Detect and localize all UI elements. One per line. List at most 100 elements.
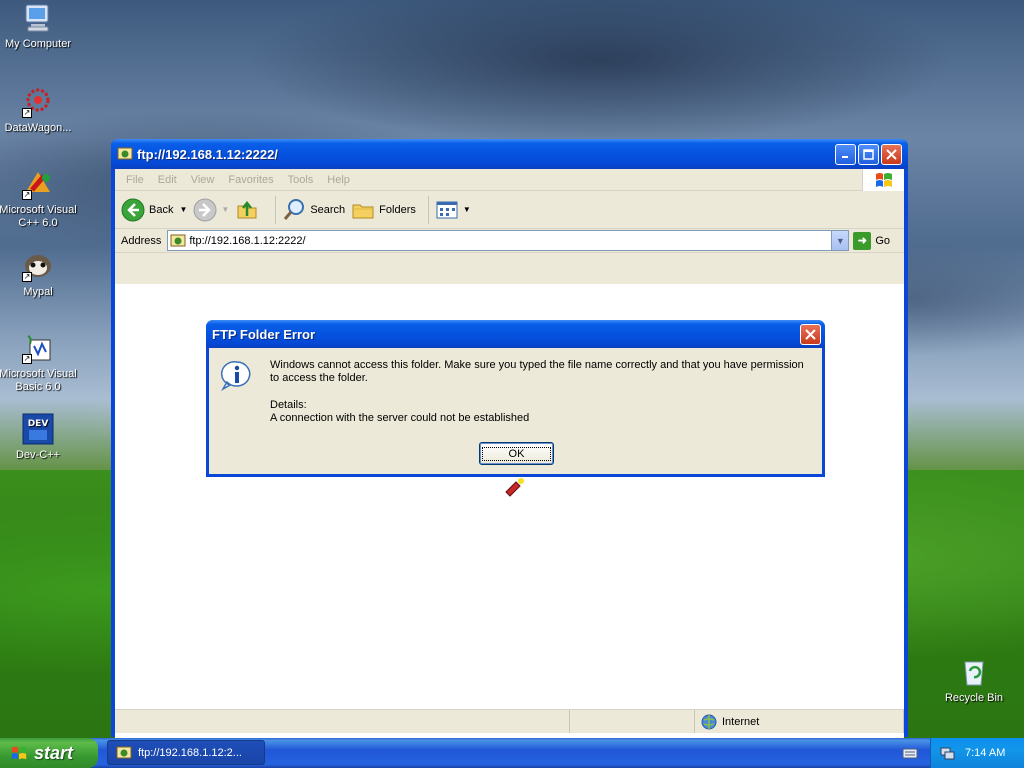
network-icon[interactable] [939,745,955,761]
shortcut-arrow-icon: ↗ [22,190,32,200]
close-icon [886,148,897,160]
start-label: start [34,742,74,763]
search-button[interactable]: Search [282,198,345,222]
desktop-icon-label: Recycle Bin [944,692,1004,704]
minimize-icon [841,156,848,158]
datawagon-icon: ↗ [22,86,54,118]
system-tray: 7:14 AM [930,738,1024,768]
window-title: ftp://192.168.1.12:2222/ [137,146,278,162]
go-arrow-icon: ➜ [853,231,872,250]
ok-label: OK [481,446,552,461]
desktop-icon-visual-cpp[interactable]: ↗ Microsoft Visual C++ 6.0 [0,168,80,230]
go-button[interactable]: ➜ Go [853,231,890,250]
dialog-titlebar[interactable]: FTP Folder Error [206,320,825,348]
search-label: Search [310,203,346,216]
desktop-icon-my-computer[interactable]: My Computer [0,2,80,51]
address-value: ftp://192.168.1.12:2222/ [189,234,306,247]
windows-flag-icon [10,744,28,762]
desktop-icon-label: Dev-C++ [15,449,61,461]
menu-tools[interactable]: Tools [281,174,321,186]
shortcut-arrow-icon: ↗ [22,272,32,282]
forward-dropdown-icon[interactable]: ▼ [221,205,229,214]
window-titlebar[interactable]: ftp://192.168.1.12:2222/ [111,139,908,169]
computer-icon [22,2,54,34]
desktop-icon-label: My Computer [4,38,72,50]
dialog-body: Windows cannot access this folder. Make … [209,348,822,474]
desktop-icon-recycle-bin[interactable]: Recycle Bin [932,656,1016,705]
mypal-icon: ↗ [22,250,54,282]
up-folder-icon [235,198,259,222]
desktop-icon-label: Microsoft Visual C++ 6.0 [0,204,77,229]
go-label: Go [875,234,890,247]
dialog-close-button[interactable] [800,323,821,345]
address-input[interactable]: ftp://192.168.1.12:2222/ ▼ [167,230,850,251]
ftp-folder-icon [116,745,132,761]
status-cell-main [115,710,570,733]
close-button[interactable] [881,143,902,165]
taskbar-item-label: ftp://192.168.1.12:2... [138,746,242,759]
details-text: A connection with the server could not b… [270,412,530,424]
desktop-icon-label: DataWagon... [4,122,72,134]
back-label: Back [149,203,174,216]
up-folder-button[interactable] [235,198,263,222]
folder-icon [351,198,375,222]
menu-favorites[interactable]: Favorites [221,174,280,186]
shortcut-arrow-icon: ↗ [22,354,32,364]
visual-cpp-icon: ↗ [22,168,54,200]
menu-bar: File Edit View Favorites Tools Help [115,169,904,191]
shortcut-arrow-icon: ↗ [22,108,32,118]
forward-arrow-icon [193,198,217,222]
forward-button[interactable]: ▼ [193,198,229,222]
start-button[interactable]: start [0,738,98,768]
taskbar-item-explorer[interactable]: ftp://192.168.1.12:2... [107,740,265,765]
toolbar-separator [275,195,277,224]
status-zone-label: Internet [722,715,760,728]
desktop-icon-label: Microsoft Visual Basic 6.0 [0,368,77,393]
menu-file[interactable]: File [119,174,151,186]
desktop-icon-label: Mypal [23,286,53,298]
views-dropdown-icon: ▼ [462,205,471,214]
internet-globe-icon [701,714,717,729]
windows-logo-icon [862,169,904,191]
menu-edit[interactable]: Edit [151,174,184,186]
address-label: Address [121,234,162,247]
clock[interactable]: 7:14 AM [965,747,1005,759]
back-dropdown-icon[interactable]: ▼ [179,205,187,214]
status-cell-secondary [570,710,695,733]
keyboard-icon[interactable] [902,745,918,761]
close-icon [805,328,816,340]
views-icon [435,198,459,222]
desktop-icon-datawagon[interactable]: ↗ DataWagon... [0,86,80,135]
details-label: Details: [270,399,307,411]
dialog-message: Windows cannot access this folder. Make … [270,359,804,384]
ftp-folder-icon [170,234,186,246]
dev-cpp-icon: DEV [22,413,54,445]
desktop-icon-dev-cpp[interactable]: DEV Dev-C++ [0,413,80,462]
maximize-button[interactable] [858,143,879,165]
ftp-error-dialog: FTP Folder Error Windows cannot access t… [206,320,825,477]
menu-view[interactable]: View [184,174,222,186]
desktop-icon-mypal[interactable]: ↗ Mypal [0,250,80,299]
folders-button[interactable]: Folders [351,198,416,222]
folders-label: Folders [379,203,416,216]
minimize-button[interactable] [835,143,856,165]
svg-text:DEV: DEV [28,419,49,429]
ftp-folder-icon [117,146,133,162]
views-button[interactable]: ▼ [435,198,471,222]
recycle-bin-icon [958,656,990,688]
address-bar: Address ftp://192.168.1.12:2222/ ▼ ➜ Go [115,229,904,253]
address-dropdown-icon[interactable]: ▼ [831,231,849,250]
status-bar: Internet [115,709,904,733]
ok-button[interactable]: OK [479,442,554,465]
information-icon [220,360,253,392]
taskbar: start ftp://192.168.1.12:2... 7:14 AM [0,738,1024,768]
busy-cursor-icon [504,476,526,498]
menu-help[interactable]: Help [320,174,357,186]
dialog-title: FTP Folder Error [212,326,316,342]
back-arrow-icon [121,198,145,222]
back-button[interactable]: Back ▼ [121,198,187,222]
search-icon [282,198,306,222]
desktop-icon-visual-basic[interactable]: ↗ Microsoft Visual Basic 6.0 [0,332,80,394]
status-cell-zone: Internet [695,710,904,733]
toolbar: Back ▼ ▼ Search Folders ▼ [115,191,904,229]
